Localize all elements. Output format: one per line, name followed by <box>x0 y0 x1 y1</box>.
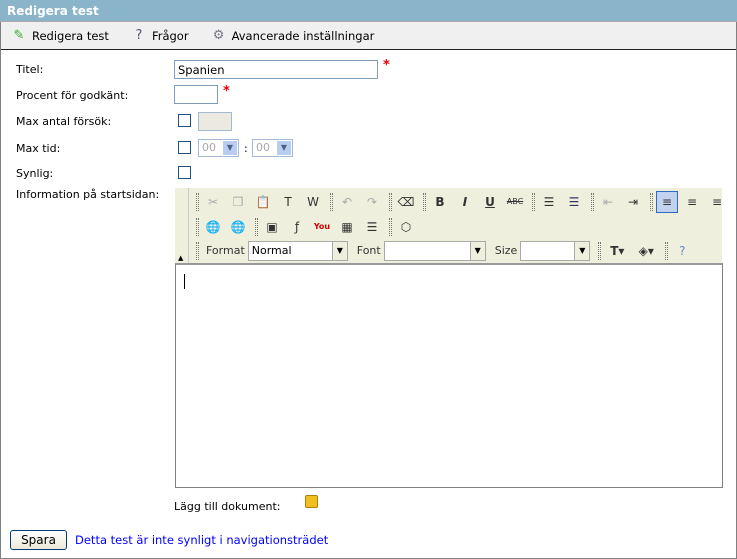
info-label: Information på startsidan: <box>16 188 160 201</box>
link-icon[interactable]: 🌐 <box>202 216 224 238</box>
required-mark: * <box>383 58 390 73</box>
indent-icon[interactable]: ⇥ <box>622 191 644 213</box>
maxtime-checkbox[interactable] <box>178 141 191 154</box>
advanced-settings-button[interactable]: ⚙ Avancerade inställningar <box>211 28 375 44</box>
minutes-select[interactable]: 00 ▼ <box>252 139 293 157</box>
justify-icon[interactable]: ≣ <box>731 191 737 213</box>
questions-icon: ? <box>135 28 143 43</box>
paste-icon[interactable]: 📋 <box>252 191 274 213</box>
required-mark: * <box>223 84 230 99</box>
title-input[interactable]: Spanien <box>174 60 378 79</box>
chevron-down-icon: ▼ <box>331 241 347 260</box>
copy-icon[interactable]: ❐ <box>227 191 249 213</box>
edit-test-button[interactable]: ✎ Redigera test <box>11 28 109 44</box>
folder-icon[interactable] <box>305 495 318 508</box>
unlink-icon[interactable]: 🌐 <box>227 216 249 238</box>
edit-check-icon: ✎ <box>13 28 25 43</box>
size-label: Size <box>494 244 518 257</box>
strikethrough-icon[interactable]: ABC <box>504 191 526 213</box>
undo-icon[interactable]: ↶ <box>336 191 358 213</box>
table-icon[interactable]: ▦ <box>336 216 358 238</box>
format-select[interactable]: Normal ▼ <box>247 240 348 261</box>
size-select[interactable]: ▼ <box>520 240 591 261</box>
chevron-down-icon: ▼ <box>469 241 485 260</box>
chevron-down-icon: ▼ <box>223 141 237 155</box>
numbered-list-icon[interactable]: ☰ <box>538 191 560 213</box>
editor-toolbar: ✂ ❐ 📋 T W ↶ ↷ ⌫ B I U ABC ☰ ☰ ⇤ ⇥ ≡ ≡ ≡ … <box>188 188 737 263</box>
visible-checkbox[interactable] <box>178 166 191 179</box>
background-color-icon[interactable]: ◈▾ <box>633 240 659 262</box>
help-icon[interactable]: ? <box>671 240 693 262</box>
percent-label: Procent för godkänt: <box>16 89 129 102</box>
bullet-list-icon[interactable]: ☰ <box>563 191 585 213</box>
eraser-icon[interactable]: ⌫ <box>395 191 417 213</box>
chevron-down-icon: ▼ <box>574 241 590 260</box>
underline-icon[interactable]: U <box>479 191 501 213</box>
align-left-icon[interactable]: ≡ <box>656 190 678 213</box>
visible-label: Synlig: <box>16 167 54 180</box>
bold-icon[interactable]: B <box>429 191 451 213</box>
navigation-visibility-link[interactable]: Detta test är inte synligt i navigations… <box>75 533 328 547</box>
attempts-checkbox[interactable] <box>178 114 191 127</box>
image-icon[interactable]: ▣ <box>261 216 283 238</box>
percent-input[interactable] <box>174 85 218 104</box>
horizontal-rule-icon[interactable]: ☰ <box>361 216 383 238</box>
youtube-icon[interactable]: You <box>311 216 333 238</box>
align-right-icon[interactable]: ≡ <box>706 191 728 213</box>
hours-select[interactable]: 00 ▼ <box>198 139 239 157</box>
save-button[interactable]: Spara <box>10 530 67 550</box>
attempts-input[interactable] <box>198 112 232 131</box>
italic-icon[interactable]: I <box>454 191 476 213</box>
paste-word-icon[interactable]: W <box>302 191 324 213</box>
cut-icon[interactable]: ✂ <box>202 191 224 213</box>
gear-icon: ⚙ <box>212 28 225 43</box>
font-label: Font <box>356 244 381 257</box>
format-label: Format <box>206 244 245 257</box>
attempts-label: Max antal försök: <box>16 115 112 128</box>
align-center-icon[interactable]: ≡ <box>681 191 703 213</box>
flash-icon[interactable]: ƒ <box>286 216 308 238</box>
redo-icon[interactable]: ↷ <box>361 191 383 213</box>
special-char-icon[interactable]: ⬡ <box>395 216 417 238</box>
paste-text-icon[interactable]: T <box>277 191 299 213</box>
font-select[interactable]: ▼ <box>383 240 486 261</box>
text-caret <box>184 274 185 289</box>
time-separator: : <box>244 142 248 155</box>
questions-button[interactable]: ? Frågor <box>131 28 188 44</box>
page-header: Redigera test <box>0 0 737 22</box>
editor-content-area[interactable] <box>175 263 723 488</box>
chevron-down-icon: ▼ <box>277 141 291 155</box>
action-toolbar: ✎ Redigera test ? Frågor ⚙ Avancerade instä… <box>1 22 736 50</box>
title-label: Titel: <box>16 63 44 76</box>
text-color-icon[interactable]: T▾ <box>604 240 630 262</box>
maxtime-label: Max tid: <box>16 142 61 155</box>
add-document-label: Lägg till dokument: <box>174 500 281 513</box>
collapse-icon: ▲ <box>178 254 184 262</box>
outdent-icon[interactable]: ⇤ <box>597 191 619 213</box>
toolbar-collapse[interactable]: ▲ <box>175 188 188 263</box>
